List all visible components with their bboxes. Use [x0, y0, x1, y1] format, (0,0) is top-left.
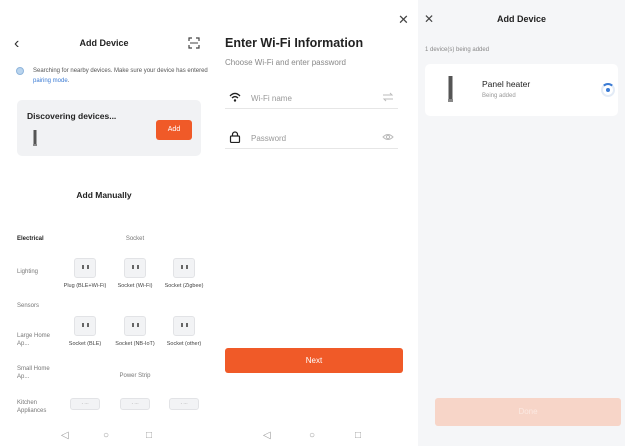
category-kitchen-appliances[interactable]: Kitchen Appliances [17, 399, 57, 415]
nav-back-icon[interactable]: ◁ [263, 430, 271, 442]
nav-home-icon[interactable]: ○ [309, 430, 315, 442]
add-button[interactable]: Add [156, 120, 192, 140]
devices-being-added-count: 1 device(s) being added [425, 47, 490, 53]
wifi-name-field [225, 89, 398, 109]
wifi-info-screen: ✕ Enter Wi-Fi Information Choose Wi-Fi a… [208, 0, 418, 446]
power-strip-icon[interactable]: · ∙∙∙ [120, 398, 150, 410]
nav-recent-icon[interactable]: □ [355, 430, 361, 442]
adding-device-screen: ✕ Add Device 1 device(s) being added Pan… [418, 0, 625, 446]
add-manually-heading: Add Manually [76, 190, 132, 200]
device-socket-wifi[interactable]: Socket (Wi-Fi) [113, 258, 157, 290]
android-nav-bar: ◁ ○ □ [0, 426, 208, 446]
eye-icon[interactable] [382, 132, 394, 142]
discovering-title: Discovering devices... [27, 111, 117, 121]
socket-icon [74, 316, 96, 336]
device-socket-zigbee[interactable]: Socket (Zigbee) [162, 258, 206, 290]
wifi-title: Enter Wi-Fi Information [225, 36, 364, 50]
search-status: Searching for nearby devices. Make sure … [16, 66, 208, 90]
page-title: Add Device [79, 38, 129, 48]
header: ‹ Add Device [0, 32, 208, 56]
switch-network-icon[interactable] [382, 92, 394, 102]
close-icon[interactable]: ✕ [398, 12, 409, 28]
socket-icon [124, 258, 146, 278]
nav-recent-icon[interactable]: □ [146, 430, 152, 442]
page-title: Add Device [496, 14, 547, 24]
device-card: Panel heater Being added [425, 64, 618, 116]
nav-back-icon[interactable]: ◁ [61, 430, 69, 442]
socket-icon [124, 316, 146, 336]
socket-icon [173, 316, 195, 336]
category-small-home-ap[interactable]: Small Home Ap... [17, 365, 51, 381]
category-electrical[interactable]: Electrical [17, 235, 44, 243]
nav-home-icon[interactable]: ○ [103, 430, 109, 442]
socket-icon [173, 258, 195, 278]
next-button[interactable]: Next [225, 348, 403, 373]
device-socket-nb-iot[interactable]: Socket (NB-IoT) [113, 316, 157, 348]
section-power-strip: Power Strip [119, 373, 151, 379]
heater-icon [33, 130, 37, 146]
power-strip-icon[interactable]: · ∙∙∙ [169, 398, 199, 410]
pairing-mode-link[interactable]: pairing mode [33, 78, 68, 84]
search-status-text: Searching for nearby devices. Make sure … [33, 68, 208, 84]
loading-spinner-icon [601, 83, 615, 97]
device-socket-ble[interactable]: Socket (BLE) [63, 316, 107, 348]
heater-icon [448, 76, 453, 102]
password-input[interactable] [251, 131, 371, 145]
wifi-subtitle: Choose Wi-Fi and enter password [225, 58, 346, 67]
category-sensors[interactable]: Sensors [17, 302, 39, 310]
discovering-card: Discovering devices... Add [17, 100, 201, 156]
lock-icon [229, 131, 241, 143]
category-large-home-ap[interactable]: Large Home Ap... [17, 332, 51, 348]
add-device-screen: ‹ Add Device Searching for nearby device… [0, 0, 208, 446]
wifi-name-input[interactable] [251, 91, 371, 105]
done-button: Done [435, 398, 621, 426]
category-lighting[interactable]: Lighting [17, 268, 38, 276]
socket-icon [74, 258, 96, 278]
device-plug-ble-wifi[interactable]: Plug (BLE+Wi-Fi) [63, 258, 107, 290]
searching-icon [16, 67, 24, 75]
power-strip-icon[interactable]: · ∙∙∙ [70, 398, 100, 410]
section-socket: Socket [125, 236, 145, 242]
scan-icon[interactable] [188, 37, 200, 49]
android-nav-bar: ◁ ○ □ [208, 426, 418, 446]
header: ✕ Add Device [418, 0, 625, 40]
device-status: Being added [482, 93, 516, 99]
device-socket-other[interactable]: Socket (other) [162, 316, 206, 348]
wifi-icon [229, 92, 241, 102]
device-name: Panel heater [482, 79, 531, 89]
password-field [225, 129, 398, 149]
